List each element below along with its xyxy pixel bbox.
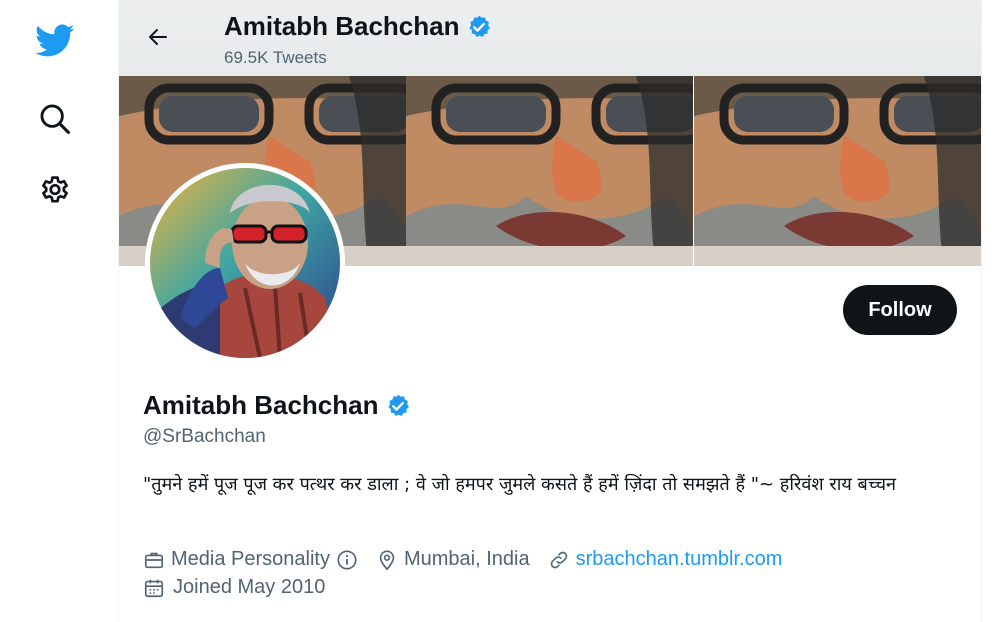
link-icon	[548, 549, 570, 571]
joined-text: Joined May 2010	[173, 576, 326, 598]
banner-panel	[693, 76, 981, 266]
website-item: srbachchan.tumblr.com	[548, 548, 783, 571]
location-text: Mumbai, India	[403, 548, 530, 570]
avatar-image	[150, 168, 340, 358]
verified-badge-icon	[468, 15, 490, 37]
search-icon[interactable]	[30, 94, 80, 144]
left-nav	[0, 0, 118, 622]
profile-column: Amitabh Bachchan 69.5K Tweets Follow Ami…	[118, 0, 982, 622]
category-text: Media Personality	[171, 548, 330, 570]
profile-meta: Media Personality Mumbai, India srbachch…	[143, 548, 800, 571]
website-link[interactable]: srbachchan.tumblr.com	[576, 548, 783, 571]
profile-bio: "तुमने हमें पूज पूज कर पत्थर कर डाला ; व…	[143, 474, 897, 495]
location-item: Mumbai, India	[376, 548, 530, 571]
twitter-logo-icon[interactable]	[30, 16, 80, 66]
back-button[interactable]	[139, 18, 177, 56]
calendar-icon	[143, 577, 165, 599]
info-icon[interactable]	[336, 549, 358, 571]
profile-handle: @SrBachchan	[143, 426, 266, 447]
category-item: Media Personality	[143, 548, 358, 571]
header-profile-name: Amitabh Bachchan	[224, 11, 492, 42]
joined-item: Joined May 2010	[143, 576, 325, 599]
settings-icon[interactable]	[30, 166, 80, 216]
tweet-count: 69.5K Tweets	[224, 48, 327, 67]
arrow-left-icon	[149, 29, 167, 45]
verified-badge-icon	[387, 394, 409, 416]
profile-name-text: Amitabh Bachchan	[143, 390, 379, 420]
profile-name: Amitabh Bachchan	[143, 390, 411, 421]
profile-avatar[interactable]	[145, 163, 345, 363]
briefcase-icon	[143, 549, 165, 571]
banner-panel	[406, 76, 694, 266]
location-pin-icon	[376, 549, 398, 571]
header-name-text: Amitabh Bachchan	[224, 11, 460, 41]
follow-button[interactable]: Follow	[843, 285, 957, 335]
profile-header-bar: Amitabh Bachchan 69.5K Tweets	[119, 0, 981, 76]
